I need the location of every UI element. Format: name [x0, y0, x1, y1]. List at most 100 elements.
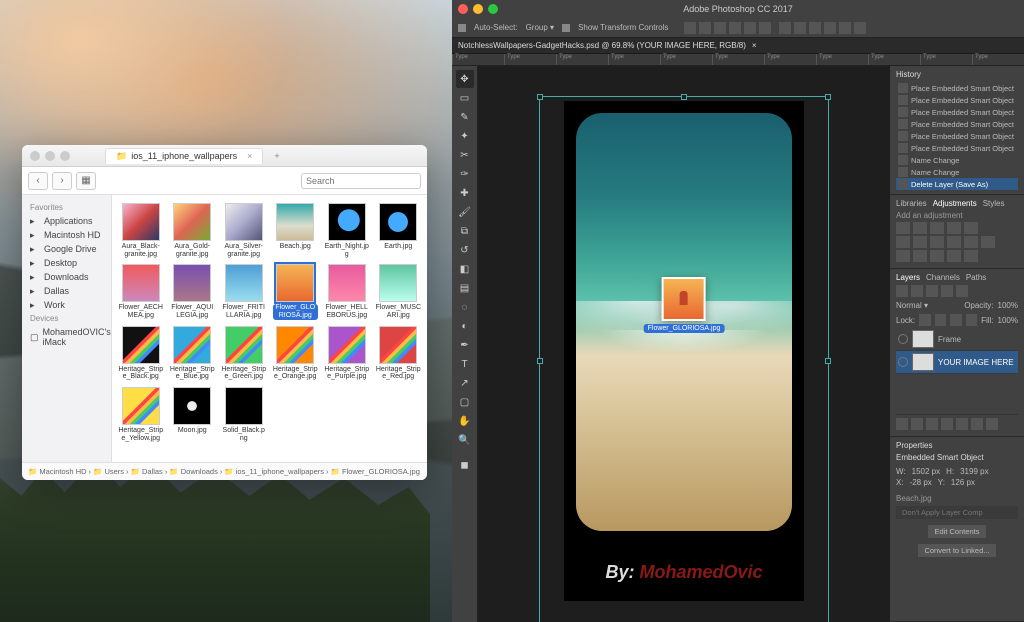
- crop-tool-icon[interactable]: ✂: [456, 146, 474, 164]
- breadcrumb-item[interactable]: › 📁 ios_11_iphone_wallpapers: [220, 467, 324, 476]
- filter-icon[interactable]: [896, 285, 908, 297]
- marquee-tool-icon[interactable]: ▭: [456, 89, 474, 107]
- history-brush-icon[interactable]: ↺: [456, 241, 474, 259]
- add-tab-icon[interactable]: +: [274, 151, 279, 161]
- shape-tool-icon[interactable]: ▢: [456, 393, 474, 411]
- file-item[interactable]: Moon.jpg: [168, 385, 218, 444]
- adj-icon[interactable]: [964, 222, 978, 234]
- ps-titlebar[interactable]: Adobe Photoshop CC 2017: [452, 0, 1024, 18]
- sidebar-item[interactable]: ▸Google Drive: [22, 242, 111, 256]
- history-item[interactable]: Place Embedded Smart Object: [896, 82, 1018, 94]
- filter-icon[interactable]: [926, 285, 938, 297]
- move-tool-icon[interactable]: ✥: [456, 70, 474, 88]
- minimize-icon[interactable]: [473, 4, 483, 14]
- breadcrumb-item[interactable]: › 📁 Dallas: [126, 467, 163, 476]
- history-panel[interactable]: History Place Embedded Smart ObjectPlace…: [890, 66, 1024, 195]
- transform-handle[interactable]: [537, 94, 543, 100]
- wand-tool-icon[interactable]: ✦: [456, 127, 474, 145]
- lock-icon[interactable]: [950, 314, 961, 326]
- dodge-tool-icon[interactable]: ◐: [456, 317, 474, 335]
- finder-tab[interactable]: 📁 ios_11_iphone_wallpapers ×: [105, 148, 263, 164]
- lock-icon[interactable]: [919, 314, 930, 326]
- zoom-icon[interactable]: [488, 4, 498, 14]
- ps-canvas[interactable]: Flower_GLORIOSA.jpg By: MohamedOvic: [478, 66, 890, 622]
- adj-icon[interactable]: [947, 236, 961, 248]
- adj-icon[interactable]: [896, 250, 910, 262]
- file-item[interactable]: Aura_Gold-granite.jpg: [168, 201, 218, 260]
- adj-icon[interactable]: [981, 236, 995, 248]
- file-item[interactable]: Flower_HELLEBORUS.jpg: [322, 262, 372, 321]
- filter-icon[interactable]: [941, 285, 953, 297]
- history-item[interactable]: Place Embedded Smart Object: [896, 106, 1018, 118]
- gradient-tool-icon[interactable]: ▤: [456, 279, 474, 297]
- adjustments-panel[interactable]: Libraries Adjustments Styles Add an adju…: [890, 195, 1024, 269]
- layer-row[interactable]: Frame: [896, 328, 1018, 351]
- history-item[interactable]: Place Embedded Smart Object: [896, 118, 1018, 130]
- forward-button[interactable]: ›: [52, 172, 72, 190]
- new-layer-icon[interactable]: [971, 418, 983, 430]
- file-item[interactable]: Flower_MUSCARI.jpg: [374, 262, 424, 321]
- history-item[interactable]: Name Change: [896, 154, 1018, 166]
- file-item[interactable]: Earth_Night.jpg: [322, 201, 372, 260]
- properties-panel[interactable]: Properties Embedded Smart Object W:1502 …: [890, 437, 1024, 622]
- breadcrumb-item[interactable]: 📁 Macintosh HD: [28, 467, 87, 476]
- adj-icon[interactable]: [930, 222, 944, 234]
- file-item[interactable]: Flower_FRITILLARIA.jpg: [219, 262, 269, 321]
- pen-tool-icon[interactable]: ✒: [456, 336, 474, 354]
- close-icon[interactable]: [458, 4, 468, 14]
- adj-icon[interactable]: [947, 222, 961, 234]
- sidebar-item[interactable]: ▸Applications: [22, 214, 111, 228]
- history-item[interactable]: Place Embedded Smart Object: [896, 142, 1018, 154]
- path-tool-icon[interactable]: ↗: [456, 374, 474, 392]
- file-item[interactable]: Heritage_Stripe_Orange.jpg: [271, 324, 321, 383]
- distribute-icon[interactable]: [779, 22, 791, 34]
- lock-icon[interactable]: [966, 314, 977, 326]
- history-item[interactable]: Delete Layer (Save As): [896, 178, 1018, 190]
- transform-handle[interactable]: [825, 358, 831, 364]
- sidebar-item[interactable]: ▸Work: [22, 298, 111, 312]
- adj-icon[interactable]: [896, 222, 910, 234]
- link-layers-icon[interactable]: [896, 418, 908, 430]
- lock-icon[interactable]: [935, 314, 946, 326]
- adj-icon[interactable]: [964, 236, 978, 248]
- align-icon[interactable]: [744, 22, 756, 34]
- fx-icon[interactable]: [911, 418, 923, 430]
- blend-mode-dropdown[interactable]: Normal ▾: [896, 301, 928, 310]
- tab-channels[interactable]: Channels: [926, 273, 960, 282]
- adj-icon[interactable]: [896, 236, 910, 248]
- ps-options-bar[interactable]: Auto-Select: Group ▾ Show Transform Cont…: [452, 18, 1024, 38]
- trash-icon[interactable]: [986, 418, 998, 430]
- finder-pathbar[interactable]: 📁 Macintosh HD › 📁 Users › 📁 Dallas › 📁 …: [22, 462, 427, 480]
- file-item[interactable]: Aura_Black-granite.jpg: [116, 201, 166, 260]
- file-item[interactable]: Aura_Silver-granite.jpg: [219, 201, 269, 260]
- lasso-tool-icon[interactable]: ✎: [456, 108, 474, 126]
- distribute-icon[interactable]: [839, 22, 851, 34]
- visibility-icon[interactable]: [898, 334, 908, 344]
- align-icon[interactable]: [714, 22, 726, 34]
- file-item[interactable]: Solid_Black.png: [219, 385, 269, 444]
- edit-contents-button[interactable]: Edit Contents: [928, 525, 985, 538]
- tab-libraries[interactable]: Libraries: [896, 199, 927, 208]
- file-item[interactable]: Heritage_Stripe_Red.jpg: [374, 324, 424, 383]
- brush-tool-icon[interactable]: 🖌: [456, 203, 474, 221]
- visibility-icon[interactable]: [898, 357, 908, 367]
- opacity-value[interactable]: 100%: [998, 301, 1018, 310]
- layers-panel[interactable]: Layers Channels Paths Normal ▾ Opacity: …: [890, 269, 1024, 437]
- file-item[interactable]: Heritage_Stripe_Black.jpg: [116, 324, 166, 383]
- view-mode-button[interactable]: ▦: [76, 172, 96, 190]
- close-doc-icon[interactable]: ×: [752, 41, 757, 50]
- adj-icon[interactable]: [913, 236, 927, 248]
- adj-icon[interactable]: [930, 236, 944, 248]
- back-button[interactable]: ‹: [28, 172, 48, 190]
- finder-titlebar[interactable]: 📁 ios_11_iphone_wallpapers × +: [22, 145, 427, 167]
- sidebar-item[interactable]: ▸Macintosh HD: [22, 228, 111, 242]
- minimize-icon[interactable]: [45, 151, 55, 161]
- file-item[interactable]: Heritage_Stripe_Yellow.jpg: [116, 385, 166, 444]
- filter-icon[interactable]: [911, 285, 923, 297]
- sidebar-item[interactable]: ▸Downloads: [22, 270, 111, 284]
- align-icon[interactable]: [684, 22, 696, 34]
- adj-icon[interactable]: [964, 250, 978, 262]
- blur-tool-icon[interactable]: ◌: [456, 298, 474, 316]
- type-tool-icon[interactable]: T: [456, 355, 474, 373]
- search-input[interactable]: [301, 173, 421, 189]
